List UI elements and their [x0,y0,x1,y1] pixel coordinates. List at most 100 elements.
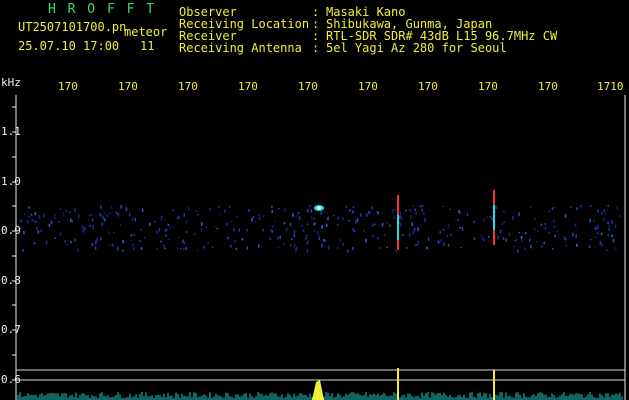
noise-speck [544,223,546,225]
noise-speck [529,206,532,208]
noise-speck [513,245,515,247]
noise-speck [70,218,72,222]
noise-speck [156,230,158,234]
noise-speck [309,205,311,207]
noise-speck [342,217,344,220]
noise-speck [553,206,556,209]
noise-speck [252,216,255,219]
noise-speck [502,236,505,240]
noise-speck [551,207,554,211]
noise-speck [597,232,599,235]
noise-speck [177,237,180,239]
noise-speck [271,225,274,228]
noise-speck [594,226,597,230]
noise-speck [197,214,199,216]
noise-speck [381,223,384,227]
noise-speck [399,215,401,219]
noise-speck [196,249,199,251]
noise-speck [99,213,101,217]
noise-speck [314,230,316,232]
noise-speck [163,244,165,248]
noise-speck [599,240,602,245]
noise-speck [271,205,273,209]
noise-speck [352,206,355,209]
noise-speck [450,233,452,236]
noise-speck [615,247,617,250]
noise-speck [541,244,543,248]
noise-speck [89,224,91,228]
noise-speck [172,226,174,228]
noise-speck [20,219,22,223]
noise-speck [619,214,621,218]
noise-speck [185,220,188,223]
noise-speck [172,209,174,211]
noise-speck [489,216,492,218]
noise-speck [193,232,196,236]
noise-speck [66,244,68,246]
noise-speck [417,227,420,231]
noise-speck [548,210,550,213]
noise-speck [92,225,94,229]
noise-speck [336,224,339,226]
noise-speck [386,222,388,224]
noise-speck [36,226,38,231]
noise-speck [183,213,185,217]
noise-speck [50,220,53,223]
noise-speck [565,238,567,241]
noise-speck [195,210,198,212]
noise-speck [306,249,309,253]
noise-speck [342,243,344,245]
noise-speck [165,234,167,237]
noise-speck [554,235,556,238]
noise-speck [454,219,457,221]
noise-speck [520,235,523,239]
noise-speck [518,232,520,234]
noise-speck [327,216,329,221]
noise-speck [77,248,79,252]
noise-speck [473,220,475,224]
noise-speck [241,238,244,241]
noise-speck [606,249,608,252]
noise-speck [414,208,416,211]
noise-speck [314,222,316,225]
noise-speck [394,208,396,212]
noise-speck [421,205,423,207]
noise-speck [310,209,313,213]
noise-speck [215,226,217,228]
noise-speck [480,234,483,238]
noise-speck [141,208,144,212]
noise-speck [371,206,374,210]
noise-speck [115,211,118,214]
noise-speck [321,225,323,229]
noise-speck [177,247,179,249]
noise-speck [356,218,359,222]
noise-speck [534,218,536,220]
noise-speck [459,212,462,214]
noise-speck [143,236,146,239]
noise-speck [535,241,538,243]
noise-speck [28,206,30,209]
noise-speck [54,237,56,239]
noise-speck [62,212,64,214]
noise-speck [277,236,279,240]
noise-speck [439,239,442,242]
noise-speck [461,227,464,231]
noise-speck [34,220,37,224]
noise-speck [104,218,106,222]
noise-speck [437,240,440,244]
noise-speck [82,228,85,233]
noise-speck [393,216,395,219]
noise-speck [28,216,30,218]
noise-speck [365,238,367,243]
noise-speck [589,219,591,223]
noise-speck [590,205,592,207]
noise-speck [84,227,86,230]
noise-speck [503,210,505,213]
noise-speck [600,232,603,236]
noise-speck [251,217,253,222]
noise-speck [246,246,249,250]
noise-speck [203,245,205,249]
noise-speck [132,247,135,251]
noise-speck [91,243,94,247]
noise-speck [111,243,114,247]
